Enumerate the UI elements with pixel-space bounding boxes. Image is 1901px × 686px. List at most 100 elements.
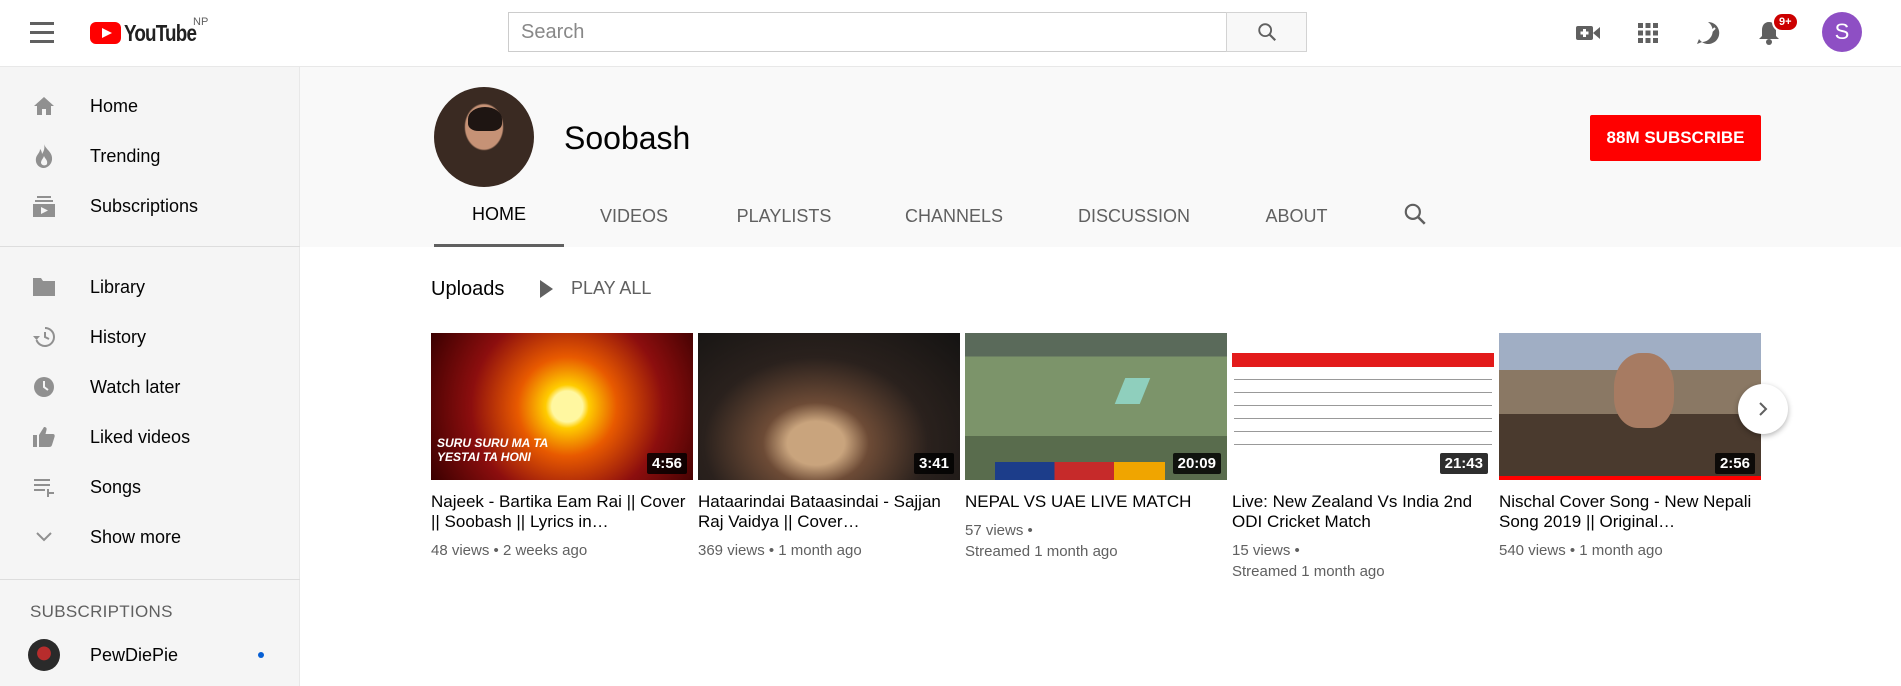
video-title[interactable]: Hataarindai Bataasindai - Sajjan Raj Vai… <box>698 492 960 532</box>
scorecard-row <box>1234 395 1492 406</box>
video-title[interactable]: NEPAL VS UAE LIVE MATCH <box>965 492 1227 512</box>
create-video-icon[interactable] <box>1573 18 1603 48</box>
liked-videos-icon <box>30 423 58 451</box>
trending-icon <box>30 142 58 170</box>
logo-text: YouTube <box>124 19 197 46</box>
scorecard-row <box>1234 369 1492 380</box>
play-icon <box>540 279 553 298</box>
tab-playlists[interactable]: PLAYLISTS <box>704 185 864 247</box>
sidebar-item-songs[interactable]: Songs <box>0 463 300 511</box>
youtube-logo[interactable]: YouTube NP <box>90 16 212 48</box>
video-thumbnail[interactable]: SURU SURU MA TA YESTAI TA HONI 4:56 <box>431 333 693 480</box>
video-metadata: 369 views • 1 month ago <box>698 542 862 559</box>
watched-progress-bar <box>1499 476 1761 480</box>
shelf-next-button[interactable] <box>1738 384 1788 434</box>
scorecard-row <box>1234 408 1492 419</box>
video-duration: 4:56 <box>646 453 687 474</box>
tab-discussion[interactable]: DISCUSSION <box>1044 185 1224 247</box>
subscriptions-icon <box>30 192 58 220</box>
sidebar-item-liked-videos[interactable]: Liked videos <box>0 413 300 461</box>
sidebar-item-show-more[interactable]: Show more <box>0 513 300 561</box>
search-input[interactable]: Search <box>508 12 1227 52</box>
sidebar-item-home[interactable]: Home <box>0 82 300 130</box>
sidebar-item-history[interactable]: History <box>0 313 300 361</box>
video-thumbnail[interactable]: 3:41 <box>698 333 960 480</box>
video-card[interactable]: 2:56 Nischal Cover Song - New Nepali Son… <box>1499 333 1761 561</box>
apps-grid-icon[interactable] <box>1633 18 1663 48</box>
subscriptions-heading: SUBSCRIPTIONS <box>30 602 173 621</box>
sidebar-item-label: Library <box>90 276 146 297</box>
sidebar-item-library[interactable]: Library <box>0 263 300 311</box>
video-metadata: 48 views • 2 weeks ago <box>431 542 588 559</box>
sidebar-item-label: Home <box>90 95 139 116</box>
play-all-label: PLAY ALL <box>571 278 652 298</box>
video-metadata: 540 views • 1 month ago <box>1499 542 1663 559</box>
video-thumbnail[interactable]: 21:43 <box>1232 333 1494 480</box>
video-thumbnail[interactable]: 2:56 <box>1499 333 1761 480</box>
youtube-play-icon <box>90 22 121 44</box>
sidebar-divider <box>0 579 300 580</box>
video-streamed-date: Streamed 1 month ago <box>1232 563 1385 580</box>
video-views: 15 views • <box>1232 542 1300 559</box>
country-code: NP <box>193 16 209 28</box>
chevron-right-icon <box>1759 402 1768 416</box>
playlist-icon <box>30 473 58 501</box>
scorecard-row <box>1234 434 1492 445</box>
video-metadata: 57 views • Streamed 1 month ago <box>965 520 1227 562</box>
sidebar-item-label: Subscriptions <box>90 195 199 216</box>
scorecard-row <box>1234 421 1492 432</box>
channel-search-icon[interactable] <box>1402 201 1432 231</box>
watch-later-icon <box>30 373 58 401</box>
sidebar-item-trending[interactable]: Trending <box>0 132 300 180</box>
notifications-badge: 9+ <box>1772 12 1799 32</box>
sidebar-item-label: History <box>90 326 147 347</box>
scoreboard-overlay <box>995 462 1165 480</box>
play-all-button[interactable]: PLAY ALL <box>540 278 651 299</box>
history-icon <box>30 323 58 351</box>
video-duration: 21:43 <box>1439 453 1488 474</box>
masthead: YouTube NP Search 9+ S <box>0 0 1901 67</box>
video-thumbnail[interactable]: 20:09 <box>965 333 1227 480</box>
video-card[interactable]: 21:43 Live: New Zealand Vs India 2nd ODI… <box>1232 333 1494 582</box>
search-button[interactable] <box>1226 12 1307 52</box>
sidebar-item-label: Liked videos <box>90 426 191 447</box>
video-title[interactable]: Nischal Cover Song - New Nepali Song 201… <box>1499 492 1761 532</box>
scorecard-header <box>1232 353 1494 367</box>
video-card[interactable]: SURU SURU MA TA YESTAI TA HONI 4:56 Naje… <box>431 333 693 561</box>
messages-icon[interactable] <box>1693 18 1723 48</box>
tab-about[interactable]: ABOUT <box>1224 185 1369 247</box>
video-card[interactable]: 3:41 Hataarindai Bataasindai - Sajjan Ra… <box>698 333 960 561</box>
sidebar-item-watch-later[interactable]: Watch later <box>0 363 300 411</box>
menu-icon[interactable] <box>30 22 60 44</box>
sidebar-item-label: Songs <box>90 476 142 497</box>
video-streamed-date: Streamed 1 month ago <box>965 543 1118 560</box>
thumbnail-caption: SURU SURU MA TA YESTAI TA HONI <box>437 436 549 464</box>
sidebar-item-label: Show more <box>90 526 182 547</box>
channel-header: Soobash 88M SUBSCRIBE HOME VIDEOS PLAYLI… <box>300 67 1901 247</box>
chevron-down-icon <box>30 523 58 551</box>
sidebar-item-label: Trending <box>90 145 161 166</box>
subscription-item-pewdiepie[interactable]: PewDiePie <box>0 631 300 679</box>
sidebar-item-subscriptions[interactable]: Subscriptions <box>0 182 300 230</box>
sidebar-divider <box>0 246 300 247</box>
channel-avatar <box>434 87 534 187</box>
guide-sidebar: Home Trending Subscriptions Library Hist… <box>0 67 300 686</box>
shelf-title[interactable]: Uploads <box>431 278 504 301</box>
tab-videos[interactable]: VIDEOS <box>564 185 704 247</box>
tab-home[interactable]: HOME <box>434 185 564 247</box>
sidebar-item-label: Watch later <box>90 376 181 397</box>
video-views: 57 views • <box>965 522 1033 539</box>
subscription-name: PewDiePie <box>90 644 179 665</box>
account-avatar[interactable]: S <box>1822 12 1862 52</box>
video-card[interactable]: 20:09 NEPAL VS UAE LIVE MATCH 57 views •… <box>965 333 1227 562</box>
video-title[interactable]: Live: New Zealand Vs India 2nd ODI Crick… <box>1232 492 1494 532</box>
scorecard-row <box>1234 382 1492 393</box>
channel-content: Uploads PLAY ALL SURU SURU MA TA YESTAI … <box>300 247 1901 686</box>
video-title[interactable]: Najeek - Bartika Eam Rai || Cover || Soo… <box>431 492 693 532</box>
search-icon <box>1257 23 1276 42</box>
video-duration: 2:56 <box>1714 453 1755 474</box>
video-duration: 20:09 <box>1172 453 1221 474</box>
tab-channels[interactable]: CHANNELS <box>864 185 1044 247</box>
subscribe-button[interactable]: 88M SUBSCRIBE <box>1590 115 1761 161</box>
cricket-pitch <box>1114 378 1151 404</box>
